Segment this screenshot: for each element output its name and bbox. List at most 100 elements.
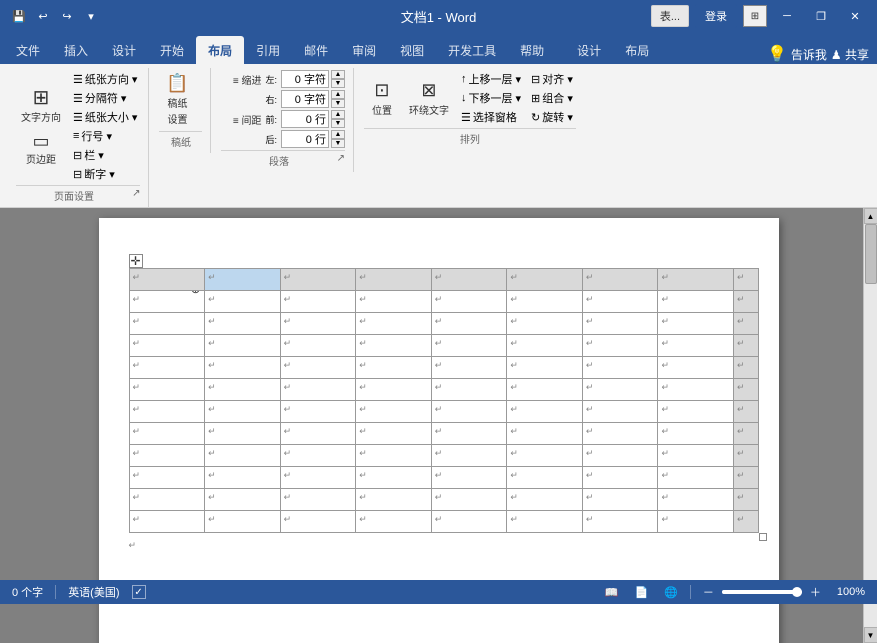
indent-left-input[interactable]	[281, 70, 329, 88]
close-button[interactable]: ✕	[841, 5, 869, 27]
rotate-btn[interactable]: ↻ 旋转 ▾	[528, 108, 576, 126]
table-cell[interactable]: ↵	[734, 269, 759, 291]
table-cell[interactable]: ↵	[582, 269, 658, 291]
table-cell[interactable]: ↵	[582, 467, 658, 489]
table-cell[interactable]: ↵	[507, 467, 583, 489]
table-cell[interactable]: ↵	[129, 379, 205, 401]
table-cell[interactable]: ↵	[582, 379, 658, 401]
tab-review[interactable]: 审阅	[340, 36, 388, 64]
align-btn[interactable]: ⊟ 对齐 ▾	[528, 70, 576, 88]
send-backward-btn[interactable]: ↓ 下移一层 ▾	[458, 89, 524, 107]
login-button[interactable]: 登录	[695, 4, 737, 28]
table-cell[interactable]: ↵	[129, 423, 205, 445]
table-cell[interactable]: ↵	[734, 489, 759, 511]
table-cell[interactable]: ↵	[356, 335, 432, 357]
table-cell[interactable]: ↵	[356, 445, 432, 467]
redo-qa-btn[interactable]: ↪	[56, 5, 78, 27]
table-cell[interactable]: ↵	[280, 445, 356, 467]
table-cell[interactable]: ↵	[280, 467, 356, 489]
table-cell[interactable]: ↵	[356, 269, 432, 291]
table-cell[interactable]: ↵	[205, 313, 281, 335]
table-cell[interactable]: ↵	[129, 335, 205, 357]
table-cell[interactable]: ↵	[129, 489, 205, 511]
zoom-thumb[interactable]	[792, 587, 802, 597]
table-cell[interactable]: ↵	[205, 291, 281, 313]
position-btn[interactable]: ⊡ 位置	[364, 77, 400, 120]
table-cell[interactable]: ↵	[734, 379, 759, 401]
tab-table-layout[interactable]: 布局	[613, 36, 661, 64]
columns-btn[interactable]: ⊟ 栏 ▾	[70, 146, 140, 164]
accessibility-icon[interactable]: ✓	[132, 585, 146, 599]
table-cell[interactable]: ↵	[507, 511, 583, 533]
table-cell[interactable]: ↵	[280, 379, 356, 401]
spacing-after-down[interactable]: ▼	[331, 139, 345, 148]
indent-right-input[interactable]	[281, 90, 329, 108]
word-count-btn[interactable]: 0 个字	[8, 582, 47, 602]
table-cell[interactable]: ↵	[507, 445, 583, 467]
tab-home[interactable]: 开始	[148, 36, 196, 64]
table-cell[interactable]: ↵	[507, 269, 583, 291]
table-cell[interactable]: ↵	[507, 379, 583, 401]
zoom-in-btn[interactable]: ＋	[806, 582, 825, 602]
table-cell[interactable]: ↵	[582, 445, 658, 467]
table-cell[interactable]: ↵	[205, 269, 281, 291]
page-setup-expand-icon[interactable]: ↗	[132, 188, 140, 199]
restore-button[interactable]: ❐	[807, 5, 835, 27]
table-cell[interactable]: ↵	[582, 511, 658, 533]
table-cell[interactable]: ↵	[507, 313, 583, 335]
table-cell[interactable]: ↵	[356, 313, 432, 335]
table-cell[interactable]: ↵	[431, 467, 507, 489]
table-cell[interactable]: ↵	[205, 489, 281, 511]
table-cell[interactable]: ↵	[734, 313, 759, 335]
table-cell[interactable]: ↵	[734, 445, 759, 467]
spacing-before-up[interactable]: ▲	[331, 110, 345, 119]
table-resize-handle[interactable]	[759, 533, 767, 541]
tab-table-design[interactable]: 设计	[565, 36, 613, 64]
tab-mailing[interactable]: 邮件	[292, 36, 340, 64]
margins-btn[interactable]: ▭ 页边距	[16, 129, 66, 169]
table-cell[interactable]: ↵	[507, 401, 583, 423]
table-cell[interactable]: ↵	[280, 423, 356, 445]
table-cell[interactable]: ↵	[356, 357, 432, 379]
customize-qa-btn[interactable]: ▾	[80, 5, 102, 27]
table-cell[interactable]: ↵	[734, 357, 759, 379]
language-btn[interactable]: 英语(美国)	[64, 582, 123, 602]
table-cell[interactable]: ↵	[129, 401, 205, 423]
table-cell[interactable]: ↵	[431, 357, 507, 379]
tell-me-btn[interactable]: 告诉我	[791, 46, 827, 63]
table-cell[interactable]: ↵	[658, 379, 734, 401]
table-cell[interactable]: ↵	[582, 291, 658, 313]
table-cell[interactable]: ↵	[129, 445, 205, 467]
hyphenation-btn[interactable]: ⊟ 断字 ▾	[70, 165, 140, 183]
line-numbers-btn[interactable]: ≡ 行号 ▾	[70, 127, 140, 145]
table-cell[interactable]: ↵	[431, 335, 507, 357]
paper-size-btn[interactable]: ☰ 纸张大小 ▾	[70, 108, 140, 126]
scroll-down-btn[interactable]: ▼	[864, 627, 877, 643]
table-cell[interactable]: ↵	[582, 357, 658, 379]
tab-layout[interactable]: 布局	[196, 36, 244, 64]
table-cell[interactable]: ↵	[280, 401, 356, 423]
zoom-out-btn[interactable]: －	[699, 582, 718, 602]
table-cell[interactable]: ↵	[205, 357, 281, 379]
table-cell[interactable]: ↵	[658, 269, 734, 291]
table-cell[interactable]: ↵	[431, 445, 507, 467]
indent-left-down[interactable]: ▼	[331, 79, 345, 88]
table-cell[interactable]: ↵	[431, 379, 507, 401]
table-cell[interactable]: ↵	[582, 423, 658, 445]
table-cell[interactable]: ↵	[129, 467, 205, 489]
table-cell[interactable]: ↵	[280, 269, 356, 291]
table-move-handle[interactable]: ✛	[129, 254, 143, 268]
zoom-level-btn[interactable]: 100%	[833, 584, 869, 600]
bring-forward-btn[interactable]: ↑ 上移一层 ▾	[458, 70, 524, 88]
table-cell[interactable]: ↵	[280, 335, 356, 357]
table-cell[interactable]: ↵	[129, 511, 205, 533]
table-cell[interactable]: ↵	[129, 269, 205, 291]
minimize-button[interactable]: ─	[773, 5, 801, 27]
table-cell[interactable]: ↵	[507, 489, 583, 511]
table-cell[interactable]: ↵	[205, 335, 281, 357]
table-cell[interactable]: ↵	[129, 357, 205, 379]
table-cell[interactable]: ↵	[658, 423, 734, 445]
draft-settings-btn[interactable]: 📋 稿纸 设置	[159, 70, 195, 129]
scroll-up-btn[interactable]: ▲	[864, 208, 877, 224]
read-view-btn[interactable]: 📖	[601, 584, 623, 601]
